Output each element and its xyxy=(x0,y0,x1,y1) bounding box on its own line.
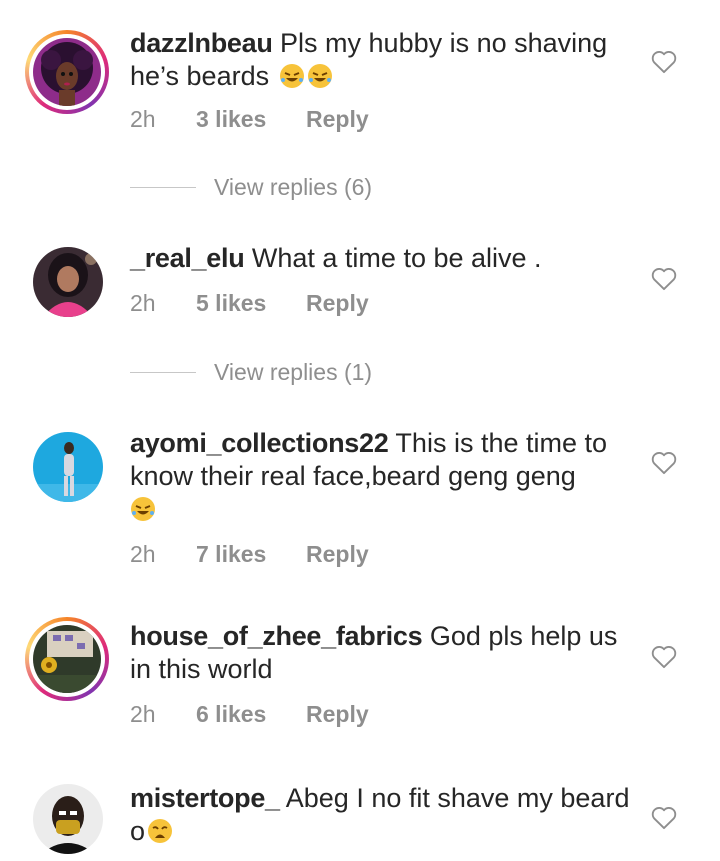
comment-body: What a time to be alive . xyxy=(244,243,542,273)
comment-text: dazzlnbeau Pls my hubby is no shaving he… xyxy=(130,27,630,93)
avatar[interactable] xyxy=(25,30,109,114)
comment-meta: 2h 7 likes Reply xyxy=(130,541,369,568)
view-replies-label: View replies (1) xyxy=(214,359,373,385)
comment-meta: 2h 5 likes Reply xyxy=(130,290,369,317)
comment-likes[interactable]: 5 likes xyxy=(196,290,306,317)
avatar[interactable] xyxy=(25,617,109,701)
avatar-image xyxy=(33,38,101,106)
view-replies-label: View replies (6) xyxy=(214,174,373,200)
reply-button[interactable]: Reply xyxy=(306,541,369,568)
comment-meta: 2h 3 likes Reply xyxy=(130,106,369,133)
comment-time: 2h xyxy=(130,541,156,567)
avatar-image xyxy=(33,432,103,502)
heart-outline-icon[interactable] xyxy=(650,449,678,475)
avatar-image xyxy=(33,784,103,854)
comment-time: 2h xyxy=(130,290,156,316)
view-replies-button[interactable]: View replies (6) xyxy=(130,174,372,201)
heart-outline-icon[interactable] xyxy=(650,265,678,291)
story-ring xyxy=(25,617,109,701)
view-replies-button[interactable]: View replies (1) xyxy=(130,359,372,386)
heart-outline-icon[interactable] xyxy=(650,804,678,830)
comment-text: _real_elu What a time to be alive . xyxy=(130,242,630,275)
reply-button[interactable]: Reply xyxy=(306,701,369,728)
comment-time: 2h xyxy=(130,106,156,132)
comment-likes[interactable]: 3 likes xyxy=(196,106,306,133)
avatar-image xyxy=(33,247,103,317)
heart-outline-icon[interactable] xyxy=(650,643,678,669)
avatar[interactable] xyxy=(25,777,109,861)
avatar[interactable] xyxy=(25,425,109,509)
avatar-image xyxy=(33,625,101,693)
comment-likes[interactable]: 6 likes xyxy=(196,701,306,728)
comment-likes[interactable]: 7 likes xyxy=(196,541,306,568)
comment-text: house_of_zhee_fabrics God pls help us in… xyxy=(130,620,630,686)
rofl-emoji xyxy=(279,64,304,88)
comment-username[interactable]: ayomi_collections22 xyxy=(130,428,389,458)
comment-text: mistertope_ Abeg I no fit shave my beard… xyxy=(130,782,630,848)
reply-button[interactable]: Reply xyxy=(306,106,369,133)
comment-text: ayomi_collections22 This is the time to … xyxy=(130,427,630,526)
rofl-emoji xyxy=(307,64,332,88)
comment-time: 2h xyxy=(130,701,156,727)
comment-username[interactable]: dazzlnbeau xyxy=(130,28,273,58)
comment-username[interactable]: mistertope_ xyxy=(130,783,280,813)
story-ring xyxy=(25,30,109,114)
comment-meta: 2h 6 likes Reply xyxy=(130,701,369,728)
heart-outline-icon[interactable] xyxy=(650,48,678,74)
comment-username[interactable]: house_of_zhee_fabrics xyxy=(130,621,423,651)
divider-line xyxy=(130,187,196,188)
comment-username[interactable]: _real_elu xyxy=(130,243,245,273)
avatar[interactable] xyxy=(25,240,109,324)
divider-line xyxy=(130,372,196,373)
weary-face-emoji xyxy=(148,819,173,843)
rofl-emoji xyxy=(131,497,155,521)
reply-button[interactable]: Reply xyxy=(306,290,369,317)
